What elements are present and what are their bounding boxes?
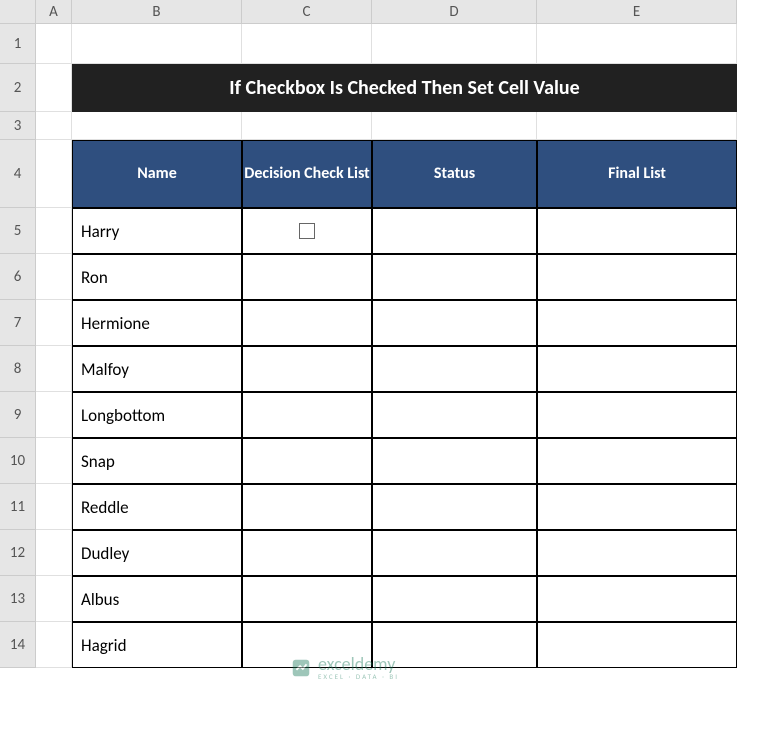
cell-C1[interactable] [242,24,372,64]
header-final: Final List [537,140,737,208]
row-header-9[interactable]: 9 [0,392,36,438]
row-header-5[interactable]: 5 [0,208,36,254]
decision-cell[interactable] [242,346,372,392]
name-cell[interactable]: Malfoy [72,346,242,392]
row-header-13[interactable]: 13 [0,576,36,622]
row-header-10[interactable]: 10 [0,438,36,484]
name-cell[interactable]: Dudley [72,530,242,576]
final-cell[interactable] [537,300,737,346]
col-header-E[interactable]: E [537,0,737,24]
decision-cell[interactable] [242,576,372,622]
final-cell[interactable] [537,622,737,668]
row-header-7[interactable]: 7 [0,300,36,346]
final-cell[interactable] [537,392,737,438]
name-cell[interactable]: Snap [72,438,242,484]
final-cell[interactable] [537,346,737,392]
checkbox-control[interactable] [299,223,315,239]
row-header-11[interactable]: 11 [0,484,36,530]
status-cell[interactable] [372,392,537,438]
decision-cell[interactable] [242,484,372,530]
cell-B3[interactable] [72,112,242,140]
name-cell[interactable]: Albus [72,576,242,622]
status-cell[interactable] [372,300,537,346]
row-header-12[interactable]: 12 [0,530,36,576]
cell-A4[interactable] [36,140,72,208]
cell-A5[interactable] [36,208,72,254]
status-cell[interactable] [372,208,537,254]
cell-A7[interactable] [36,300,72,346]
cell-A13[interactable] [36,576,72,622]
name-cell[interactable]: Hagrid [72,622,242,668]
cell-A2[interactable] [36,64,72,112]
row-header-3[interactable]: 3 [0,112,36,140]
decision-cell[interactable] [242,300,372,346]
decision-cell[interactable] [242,530,372,576]
cell-A10[interactable] [36,438,72,484]
decision-cell[interactable] [242,438,372,484]
col-header-C[interactable]: C [242,0,372,24]
watermark-sub: EXCEL · DATA · BI [318,673,399,680]
row-header-6[interactable]: 6 [0,254,36,300]
col-header-A[interactable]: A [36,0,72,24]
decision-cell[interactable] [242,208,372,254]
row-header-4[interactable]: 4 [0,140,36,208]
final-cell[interactable] [537,254,737,300]
col-header-B[interactable]: B [72,0,242,24]
status-cell[interactable] [372,346,537,392]
col-header-D[interactable]: D [372,0,537,24]
cell-A8[interactable] [36,346,72,392]
cell-C3[interactable] [242,112,372,140]
decision-cell[interactable] [242,622,372,668]
cell-A14[interactable] [36,622,72,668]
name-cell[interactable]: Reddle [72,484,242,530]
name-cell[interactable]: Hermione [72,300,242,346]
cell-A3[interactable] [36,112,72,140]
status-cell[interactable] [372,530,537,576]
decision-cell[interactable] [242,392,372,438]
cell-A6[interactable] [36,254,72,300]
header-status: Status [372,140,537,208]
row-header-14[interactable]: 14 [0,622,36,668]
select-all-corner[interactable] [0,0,36,24]
status-cell[interactable] [372,484,537,530]
name-cell[interactable]: Ron [72,254,242,300]
cell-A9[interactable] [36,392,72,438]
cell-A1[interactable] [36,24,72,64]
name-cell[interactable]: Harry [72,208,242,254]
row-header-1[interactable]: 1 [0,24,36,64]
decision-cell[interactable] [242,254,372,300]
final-cell[interactable] [537,484,737,530]
final-cell[interactable] [537,530,737,576]
cell-A11[interactable] [36,484,72,530]
status-cell[interactable] [372,622,537,668]
row-header-2[interactable]: 2 [0,64,36,112]
status-cell[interactable] [372,254,537,300]
status-cell[interactable] [372,576,537,622]
final-cell[interactable] [537,208,737,254]
cell-E3[interactable] [537,112,737,140]
cell-D1[interactable] [372,24,537,64]
spreadsheet-grid: ABCDE 12 If Checkbox Is Checked Then Set C… [0,0,768,668]
status-cell[interactable] [372,438,537,484]
row-header-8[interactable]: 8 [0,346,36,392]
title-bar: If Checkbox Is Checked Then Set Cell Val… [72,64,737,112]
cell-B1[interactable] [72,24,242,64]
header-decision: Decision Check List [242,140,372,208]
cell-E1[interactable] [537,24,737,64]
cell-D3[interactable] [372,112,537,140]
cell-A12[interactable] [36,530,72,576]
final-cell[interactable] [537,438,737,484]
header-name: Name [72,140,242,208]
final-cell[interactable] [537,576,737,622]
name-cell[interactable]: Longbottom [72,392,242,438]
